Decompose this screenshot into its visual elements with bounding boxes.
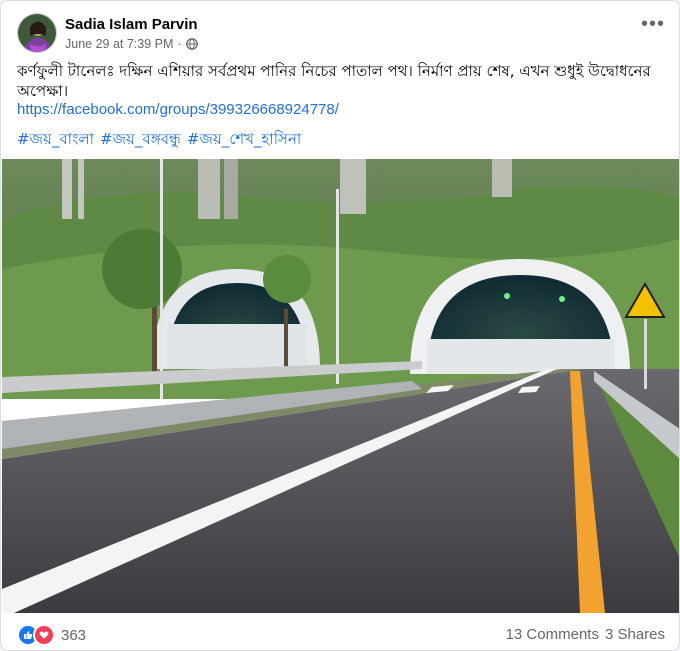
engagement-counts: 13 Comments 3 Shares bbox=[506, 626, 665, 643]
author-name[interactable]: Sadia Islam Parvin bbox=[65, 16, 198, 33]
reaction-summary[interactable]: 363 bbox=[17, 624, 86, 646]
more-horizontal-icon[interactable]: ••• bbox=[641, 14, 665, 34]
avatar[interactable] bbox=[17, 13, 57, 53]
post-header: Sadia Islam Parvin June 29 at 7:39 PM · … bbox=[17, 13, 665, 55]
hashtag-joy-bangla[interactable]: #জয়_বাংলা bbox=[17, 128, 94, 153]
post-date[interactable]: June 29 at 7:39 PM bbox=[65, 37, 173, 51]
post-card: Sadia Islam Parvin June 29 at 7:39 PM · … bbox=[0, 0, 680, 651]
reaction-count: 363 bbox=[61, 626, 87, 644]
meta-separator: · bbox=[177, 37, 182, 51]
globe-icon bbox=[185, 38, 198, 50]
tunnel-photo[interactable] bbox=[2, 159, 679, 613]
post-meta: June 29 at 7:39 PM · bbox=[65, 37, 198, 51]
love-icon bbox=[33, 624, 55, 646]
hashtag-joy-bangabandhu[interactable]: #জয়_বঙ্গবন্ধু bbox=[100, 128, 181, 153]
post-footer: 363 13 Comments 3 Shares bbox=[1, 613, 679, 650]
post-text: কর্ণফুলী টানেলঃ দক্ষিন এশিয়ার সর্বপ্রথম… bbox=[17, 62, 651, 100]
comments-count[interactable]: 13 Comments bbox=[506, 626, 599, 643]
shares-count[interactable]: 3 Shares bbox=[605, 626, 665, 643]
hashtag-list: #জয়_বাংলা #জয়_বঙ্গবন্ধু #জয়_শেখ_হাসিন… bbox=[17, 128, 301, 153]
hashtag-joy-sheikh-hasina[interactable]: #জয়_শেখ_হাসিনা bbox=[187, 128, 301, 153]
post-link[interactable]: https://facebook.com/groups/399326668924… bbox=[17, 101, 339, 118]
